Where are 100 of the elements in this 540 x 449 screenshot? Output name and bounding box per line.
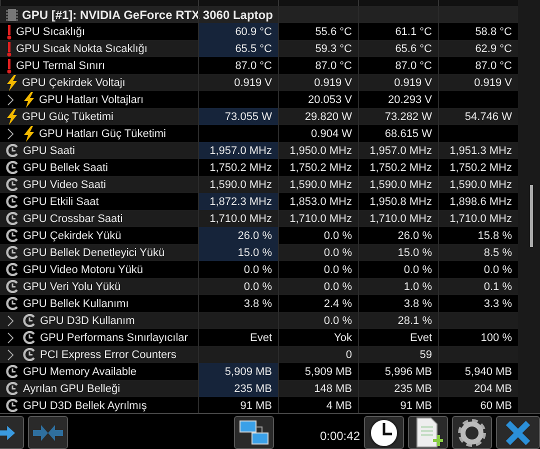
value-cell: 59.3 °C bbox=[315, 42, 352, 54]
value-cell: 5,996 MB bbox=[384, 366, 432, 378]
settings-button[interactable] bbox=[452, 416, 492, 449]
current-value-cell: 65.5 °C bbox=[198, 40, 278, 57]
value-cell: 148 MB bbox=[314, 382, 352, 394]
value-cell: 60 MB bbox=[480, 400, 512, 412]
device-title: GPU [#1]: NVIDIA GeForce RTX 3060 Laptop bbox=[22, 8, 273, 22]
current-value-cell: 1,872.3 MHz bbox=[198, 193, 278, 210]
sensor-name: GPU Sıcaklığı bbox=[16, 26, 86, 38]
value-cell: 1,590.0 MHz bbox=[290, 178, 352, 190]
value-cell: 2.4 % bbox=[324, 298, 352, 310]
value-cell: 100 % bbox=[480, 332, 512, 344]
chevron-icon[interactable] bbox=[6, 332, 14, 344]
value-cell: 59 bbox=[420, 348, 432, 360]
value-cell: 20.053 V bbox=[308, 94, 352, 106]
sensor-name: GPU Bellek Kullanımı bbox=[23, 298, 129, 310]
scrollbar-thumb[interactable] bbox=[530, 185, 533, 247]
value-cell: 62.9 °C bbox=[475, 42, 512, 54]
value-cell: 1,750.2 MHz bbox=[450, 162, 512, 174]
value-cell: 68.615 W bbox=[384, 128, 432, 140]
clock-icon bbox=[6, 161, 19, 174]
clock-icon bbox=[6, 399, 19, 412]
chevron-icon[interactable] bbox=[6, 94, 14, 106]
clock-button[interactable] bbox=[364, 416, 404, 449]
value-cell: 1,710.0 MHz bbox=[290, 212, 352, 224]
value-cell: 1,951.3 MHz bbox=[450, 144, 512, 156]
sensor-name: GPU Etkili Saat bbox=[23, 196, 99, 208]
lightning-icon bbox=[6, 108, 18, 124]
chevron-icon[interactable] bbox=[6, 128, 14, 140]
clock-icon bbox=[6, 229, 19, 242]
lightning-icon bbox=[23, 126, 35, 142]
clock-icon bbox=[23, 314, 36, 327]
value-cell: 0.0 % bbox=[324, 314, 352, 326]
sensor-name: GPU Çekirdek Voltajı bbox=[22, 76, 126, 88]
value-cell: 1,590.0 MHz bbox=[370, 178, 432, 190]
value-cell: 73.282 W bbox=[384, 110, 432, 122]
sensor-name: GPU Hatları Güç Tüketimi bbox=[39, 128, 166, 140]
clock-icon bbox=[6, 195, 19, 208]
value-cell: 1.0 % bbox=[404, 280, 432, 292]
value-cell: 0.0 % bbox=[324, 264, 352, 276]
value-cell: 204 MB bbox=[474, 382, 512, 394]
value-cell: 4 MB bbox=[326, 400, 352, 412]
sensor-name: GPU Performans Sınırlayıcılar bbox=[40, 332, 188, 344]
close-button[interactable] bbox=[496, 416, 540, 449]
chevron-icon[interactable] bbox=[6, 348, 14, 360]
clock-icon bbox=[6, 212, 19, 225]
sensor-name: GPU Memory Available bbox=[23, 366, 137, 378]
value-cell: Yok bbox=[334, 332, 352, 344]
current-value-cell: 26.0 % bbox=[198, 227, 278, 244]
sensor-name: GPU Çekirdek Yükü bbox=[23, 230, 122, 242]
value-cell: 5,909 MB bbox=[304, 366, 352, 378]
clock-icon bbox=[6, 246, 19, 259]
report-button[interactable] bbox=[408, 416, 448, 449]
sensor-name: GPU Güç Tüketimi bbox=[22, 110, 114, 122]
value-cell: 0.0 % bbox=[324, 280, 352, 292]
value-cell: 235 MB bbox=[394, 382, 432, 394]
monitors-icon bbox=[238, 418, 270, 446]
scrollbar[interactable] bbox=[518, 0, 540, 413]
clock-icon bbox=[6, 365, 19, 378]
current-value-cell: 15.0 % bbox=[198, 244, 278, 261]
current-value-cell: 5,909 MB bbox=[198, 363, 278, 380]
value-cell: 0.0 % bbox=[324, 246, 352, 258]
collapse-button[interactable] bbox=[28, 416, 68, 449]
value-cell: 0.0 % bbox=[484, 264, 512, 276]
sensor-name: GPU Crossbar Saati bbox=[23, 212, 123, 224]
value-cell: 54.746 W bbox=[464, 110, 512, 122]
sensor-name: GPU Termal Sınırı bbox=[16, 60, 106, 72]
value-cell: 1,710.0 MHz bbox=[370, 212, 432, 224]
clock-icon bbox=[6, 382, 19, 395]
sensor-name: GPU Veri Yolu Yükü bbox=[23, 280, 121, 292]
sensor-name: GPU Bellek Saati bbox=[23, 162, 108, 174]
value-cell: 61.1 °C bbox=[395, 26, 432, 38]
value-cell: 0.1 % bbox=[484, 280, 512, 292]
value-cell: 0.919 V bbox=[314, 76, 352, 88]
value-cell: 1,750.2 MHz bbox=[370, 162, 432, 174]
value-cell: 58.8 °C bbox=[475, 26, 512, 38]
value-cell: 0.919 V bbox=[394, 76, 432, 88]
network-button[interactable] bbox=[234, 416, 274, 449]
clock-icon bbox=[6, 297, 19, 310]
value-cell: 20.293 V bbox=[388, 94, 432, 106]
value-cell: 8.5 % bbox=[484, 246, 512, 258]
value-cell: 28.1 % bbox=[398, 314, 432, 326]
arrows-button[interactable] bbox=[0, 416, 24, 449]
value-cell: 0.0 % bbox=[404, 264, 432, 276]
value-cell: 1,710.0 MHz bbox=[450, 212, 512, 224]
value-cell: 1,950.0 MHz bbox=[290, 144, 352, 156]
value-cell: 0.904 W bbox=[311, 128, 352, 140]
clock-icon bbox=[6, 144, 19, 157]
chevron-icon[interactable] bbox=[6, 314, 14, 326]
sensor-name: PCI Express Error Counters bbox=[40, 348, 176, 360]
sensor-name: GPU Video Motoru Yükü bbox=[23, 264, 144, 276]
clock-icon bbox=[368, 416, 400, 448]
value-cell: 1,950.8 MHz bbox=[370, 196, 432, 208]
value-cell: 3.3 % bbox=[484, 298, 512, 310]
value-cell: 1,898.6 MHz bbox=[450, 196, 512, 208]
value-cell: 0 bbox=[346, 348, 352, 360]
current-value-cell: 73.055 W bbox=[198, 108, 278, 125]
lightning-icon bbox=[6, 74, 18, 90]
value-cell: 3.8 % bbox=[404, 298, 432, 310]
value-cell: 1,590.0 MHz bbox=[450, 178, 512, 190]
